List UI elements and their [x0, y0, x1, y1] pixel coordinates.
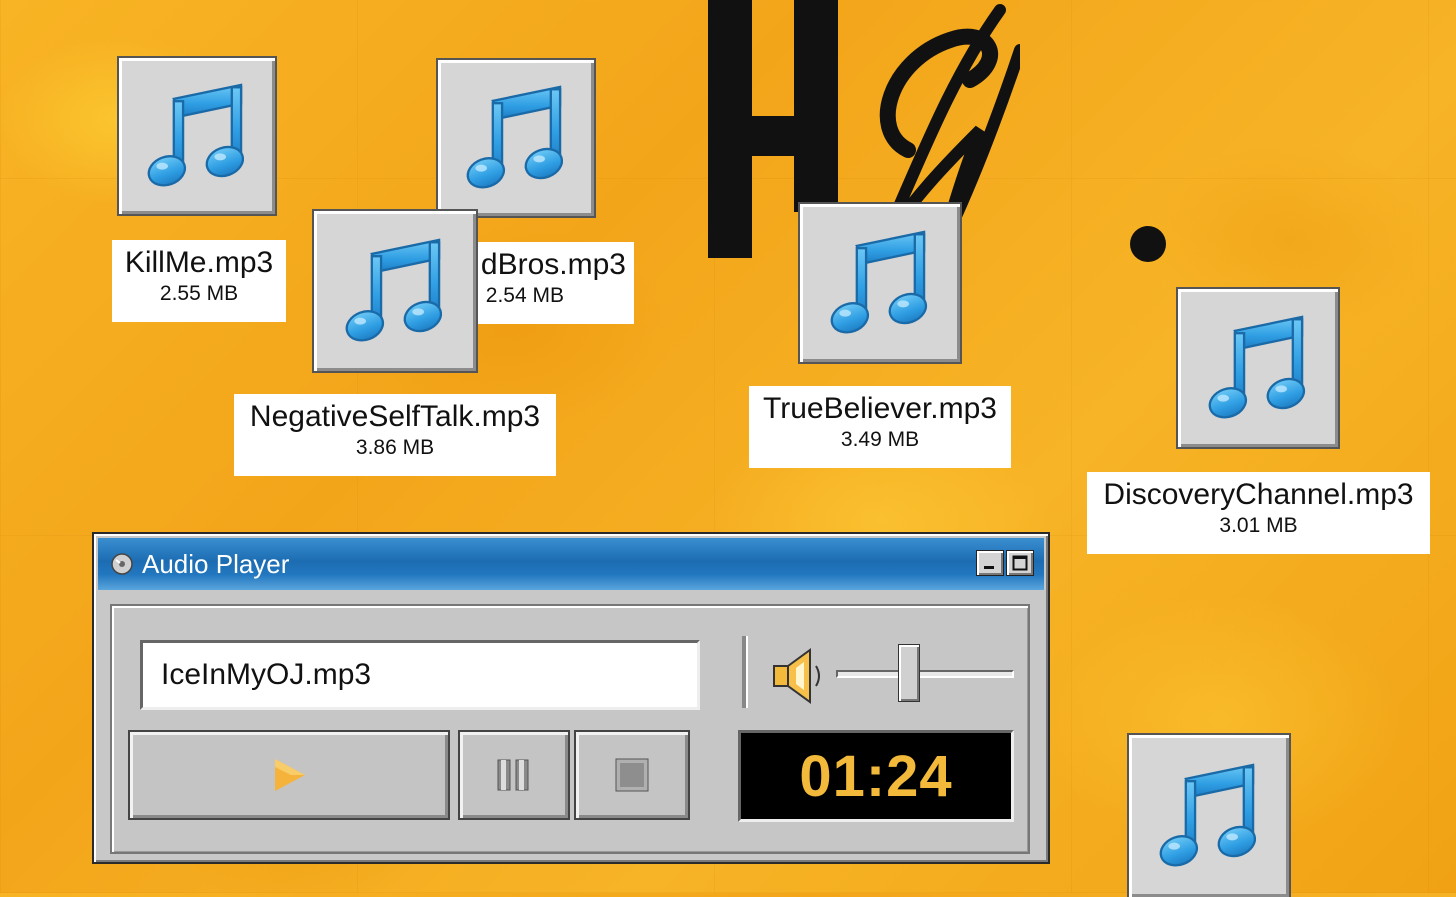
file-label-truebeliever[interactable]: TrueBeliever.mp3 3.49 MB [749, 386, 1011, 468]
file-label-negativeselftalk[interactable]: NegativeSelfTalk.mp3 3.86 MB [234, 394, 556, 476]
minimize-icon [984, 566, 994, 569]
volume-slider-thumb[interactable] [898, 644, 921, 702]
file-size: 3.49 MB [840, 428, 920, 451]
logo-dot [1130, 226, 1166, 262]
file-label-discoverychannel[interactable]: DiscoveryChannel.mp3 3.01 MB [1087, 472, 1430, 554]
file-icon-negativeselftalk[interactable] [312, 209, 478, 373]
stop-icon [615, 758, 649, 792]
track-name-field[interactable] [140, 640, 700, 710]
stop-button[interactable] [574, 730, 690, 820]
pause-icon [497, 759, 529, 791]
window-title: Audio Player [142, 548, 290, 579]
file-label-killme[interactable]: KillMe.mp3 2.55 MB [112, 240, 286, 322]
file-size: 3.86 MB [355, 436, 435, 459]
time-display: 01:24 [738, 730, 1014, 822]
file-icon-partial[interactable] [1127, 733, 1291, 897]
music-note-icon [1151, 758, 1267, 874]
music-note-icon [337, 233, 453, 349]
music-note-icon [458, 80, 574, 196]
file-icon-discoverychannel[interactable] [1176, 287, 1340, 449]
speaker-icon[interactable] [772, 648, 822, 704]
music-note-icon [139, 78, 255, 194]
file-icon-dbros[interactable] [436, 58, 596, 218]
file-size: 3.01 MB [1219, 514, 1298, 537]
minimize-button[interactable] [976, 550, 1004, 576]
play-icon [275, 759, 305, 791]
volume-slider[interactable] [836, 670, 1014, 678]
play-button[interactable] [128, 730, 450, 820]
cd-icon [111, 553, 133, 575]
audio-player-window: Audio Player IceInMyOJ.mp3 01:24 [92, 532, 1050, 864]
pause-button[interactable] [458, 730, 570, 820]
player-panel: 01:24 [110, 604, 1030, 854]
file-name: TrueBeliever.mp3 [763, 392, 997, 425]
maximize-icon [1012, 555, 1028, 571]
music-note-icon [1200, 310, 1316, 426]
file-name: KillMe.mp3 [124, 246, 274, 279]
separator [742, 636, 748, 708]
title-bar[interactable]: Audio Player [98, 538, 1044, 590]
maximize-button[interactable] [1006, 550, 1034, 576]
file-name: DiscoveryChannel.mp3 [1103, 478, 1414, 511]
file-icon-killme[interactable] [117, 56, 277, 216]
file-name: NegativeSelfTalk.mp3 [249, 400, 541, 433]
file-icon-truebeliever[interactable] [798, 202, 962, 364]
music-note-icon [822, 225, 938, 341]
file-size: 2.55 MB [159, 282, 239, 305]
